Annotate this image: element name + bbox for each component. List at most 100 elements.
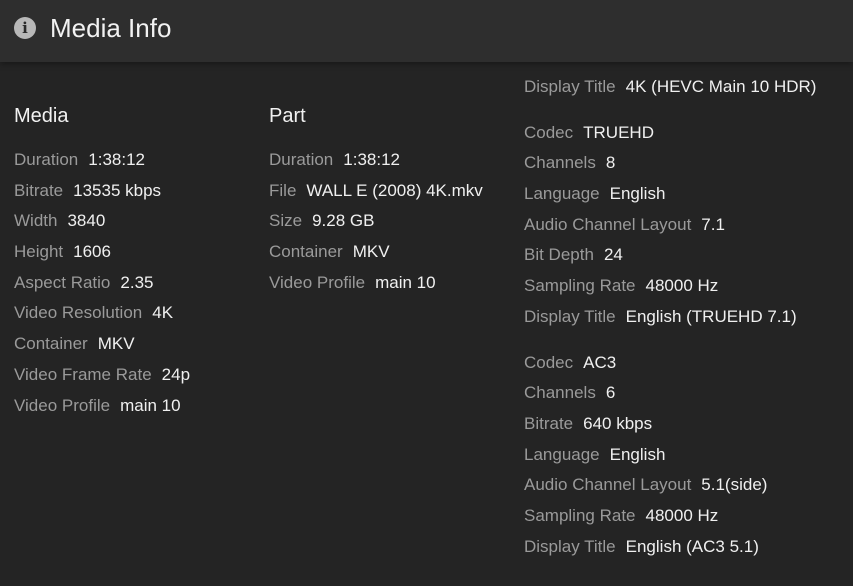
part-column: Part Duration 1:38:12 File WALL E (2008) 4… [269, 100, 483, 298]
field-label: Container [14, 334, 88, 354]
audio-stream-group-ac3: Codec AC3 Channels 6 Bitrate 640 kbps Langu… [524, 348, 816, 563]
media-column: Media Duration 1:38:12 Bitrate 13535 kbps … [14, 100, 190, 421]
audio2-row-bitrate: Bitrate 640 kbps [524, 409, 816, 440]
field-label: Channels [524, 383, 596, 403]
part-row-size: Size 9.28 GB [269, 206, 483, 237]
media-row-bitrate: Bitrate 13535 kbps [14, 176, 190, 207]
field-value: 3840 [67, 211, 106, 231]
field-label: Video Frame Rate [14, 364, 152, 384]
field-label: Duration [269, 150, 334, 169]
part-row-file: File WALL E (2008) 4K.mkv [269, 176, 483, 207]
field-label: Bitrate [524, 413, 574, 433]
field-label: File [269, 180, 297, 200]
field-label: Bitrate [14, 180, 64, 200]
field-value: 48000 Hz [645, 505, 719, 525]
info-icon: i [14, 17, 36, 39]
field-label: Bit Depth [524, 245, 594, 265]
audio1-row-display-title: Display Title English (TRUEHD 7.1) [524, 302, 816, 333]
field-value: 640 kbps [583, 413, 653, 433]
part-row-video-profile: Video Profile main 10 [269, 268, 483, 299]
audio2-row-sampling-rate: Sampling Rate 48000 Hz [524, 501, 816, 532]
audio2-row-channels: Channels 6 [524, 378, 816, 409]
field-value: English [609, 444, 666, 464]
audio1-row-channel-layout: Audio Channel Layout 7.1 [524, 210, 816, 241]
field-value: 8 [605, 153, 616, 173]
field-label: Codec [524, 122, 574, 142]
audio2-row-display-title: Display Title English (AC3 5.1) [524, 532, 816, 563]
media-row-width: Width 3840 [14, 206, 190, 237]
part-heading: Part [269, 105, 306, 127]
field-value: MKV [352, 242, 390, 262]
field-label: Size [269, 211, 303, 231]
media-row-container: Container MKV [14, 329, 190, 360]
field-label: Height [14, 242, 64, 262]
field-label: Audio Channel Layout [524, 214, 692, 234]
field-label: Sampling Rate [524, 505, 636, 525]
media-heading: Media [14, 105, 69, 127]
field-label: Video Profile [269, 272, 366, 292]
field-label: Aspect Ratio [14, 272, 111, 292]
field-value: MKV [97, 334, 135, 354]
media-row-height: Height 1606 [14, 237, 190, 268]
video-stream-group: Display Title 4K (HEVC Main 10 HDR) [524, 72, 816, 103]
field-value: 1:38:12 [343, 150, 400, 169]
field-value: AC3 [583, 352, 617, 372]
audio2-row-codec: Codec AC3 [524, 348, 816, 379]
field-label: Container [269, 242, 343, 262]
field-value: 9.28 GB [312, 211, 375, 231]
streams-column: Display Title 4K (HEVC Main 10 HDR) Codec… [524, 72, 816, 577]
field-value: WALL E (2008) 4K.mkv [306, 180, 483, 200]
audio1-row-sampling-rate: Sampling Rate 48000 Hz [524, 271, 816, 302]
field-label: Audio Channel Layout [524, 475, 692, 495]
field-value: main 10 [120, 395, 181, 415]
header-bar: i Media Info [0, 0, 853, 62]
field-label: Width [14, 211, 58, 231]
audio2-row-channel-layout: Audio Channel Layout 5.1(side) [524, 470, 816, 501]
media-row-duration: Duration 1:38:12 [14, 145, 190, 176]
field-label: Language [524, 444, 600, 464]
field-label: Language [524, 184, 600, 204]
media-row-video-resolution: Video Resolution 4K [14, 298, 190, 329]
media-rows: Duration 1:38:12 Bitrate 13535 kbps Width 3… [14, 145, 190, 421]
field-value: 6 [605, 383, 616, 403]
field-value: 48000 Hz [645, 276, 719, 296]
field-label: Sampling Rate [524, 276, 636, 296]
audio1-row-codec: Codec TRUEHD [524, 118, 816, 149]
field-label: Codec [524, 352, 574, 372]
field-value: 4K [152, 303, 174, 323]
media-row-video-profile: Video Profile main 10 [14, 391, 190, 422]
field-value: 2.35 [120, 272, 154, 292]
field-label: Display Title [524, 77, 616, 96]
audio-stream-group-truehd: Codec TRUEHD Channels 8 Language English Au… [524, 118, 816, 333]
field-label: Video Resolution [14, 303, 143, 323]
field-value: 4K (HEVC Main 10 HDR) [625, 77, 817, 96]
field-value: 24 [603, 245, 623, 265]
field-value: 5.1(side) [701, 475, 768, 495]
part-row-container: Container MKV [269, 237, 483, 268]
field-label: Video Profile [14, 395, 111, 415]
page-title: Media Info [50, 13, 172, 43]
field-value: English (TRUEHD 7.1) [625, 306, 797, 326]
media-row-video-frame-rate: Video Frame Rate 24p [14, 360, 190, 391]
audio1-row-bit-depth: Bit Depth 24 [524, 240, 816, 271]
field-value: English [609, 184, 666, 204]
audio1-row-channels: Channels 8 [524, 148, 816, 179]
audio1-row-language: Language English [524, 179, 816, 210]
part-row-duration: Duration 1:38:12 [269, 145, 483, 176]
media-row-aspect-ratio: Aspect Ratio 2.35 [14, 268, 190, 299]
field-label: Duration [14, 150, 79, 169]
field-value: main 10 [375, 272, 436, 292]
field-value: 7.1 [701, 214, 725, 234]
field-value: TRUEHD [583, 122, 654, 142]
field-label: Channels [524, 153, 596, 173]
part-rows: Duration 1:38:12 File WALL E (2008) 4K.mkv… [269, 145, 483, 298]
field-value: English (AC3 5.1) [625, 536, 759, 556]
field-label: Display Title [524, 536, 616, 556]
field-value: 24p [161, 364, 191, 384]
video-row-display-title: Display Title 4K (HEVC Main 10 HDR) [524, 72, 816, 103]
audio2-row-language: Language English [524, 440, 816, 471]
field-value: 1606 [73, 242, 111, 262]
field-value: 13535 kbps [73, 180, 162, 200]
field-value: 1:38:12 [88, 150, 145, 169]
field-label: Display Title [524, 306, 616, 326]
